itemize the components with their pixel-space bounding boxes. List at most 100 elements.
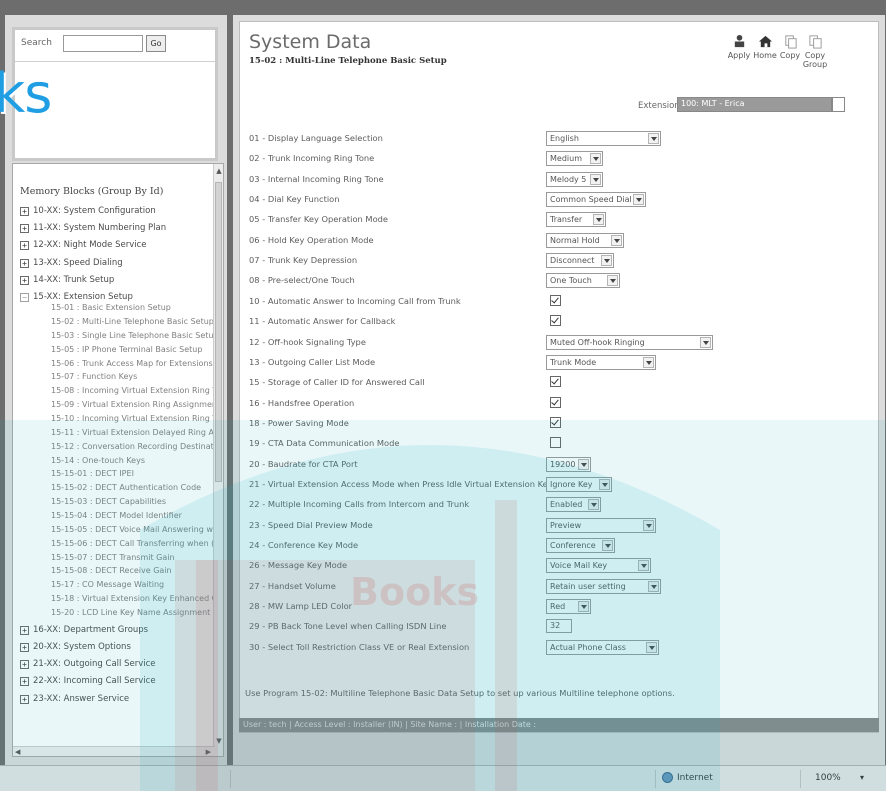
setting-select[interactable]: Enabled	[546, 497, 601, 513]
tree-group[interactable]: +12-XX: Night Mode Service	[20, 240, 146, 251]
chevron-down-icon[interactable]	[607, 275, 618, 287]
tree-group[interactable]: +21-XX: Outgoing Call Service	[20, 659, 156, 670]
setting-select[interactable]: Disconnect	[546, 253, 614, 269]
zoom-level[interactable]: 100%	[815, 773, 841, 783]
tree-child-item[interactable]: 15-12 : Conversation Recording Destinati	[51, 442, 216, 451]
search-input[interactable]	[63, 35, 143, 52]
setting-select[interactable]: Ignore Key	[546, 476, 612, 492]
tree-child-item[interactable]: 15-15-03 : DECT Capabilities	[51, 497, 166, 506]
collapse-icon[interactable]: −	[20, 293, 29, 302]
tree-child-item[interactable]: 15-10 : Incoming Virtual Extension Ring …	[51, 414, 217, 423]
tree-group[interactable]: +10-XX: System Configuration	[20, 206, 156, 216]
chevron-down-icon[interactable]	[590, 173, 601, 185]
tree-child-item[interactable]: 15-15-01 : DECT IPEI	[51, 469, 134, 478]
expand-icon[interactable]: +	[20, 694, 29, 704]
expand-icon[interactable]: +	[20, 224, 29, 234]
chevron-down-icon[interactable]	[700, 336, 711, 348]
chevron-down-icon[interactable]	[602, 540, 613, 551]
setting-checkbox[interactable]	[550, 315, 561, 327]
tree-child-item[interactable]: 15-11 : Virtual Extension Delayed Ring A…	[51, 428, 218, 437]
chevron-down-icon[interactable]	[633, 194, 644, 206]
scroll-left-icon[interactable]: ◀	[15, 747, 20, 756]
expand-icon[interactable]: +	[20, 660, 29, 670]
chevron-down-icon[interactable]	[643, 519, 654, 531]
expand-icon[interactable]: +	[20, 258, 29, 268]
copy-group-button[interactable]: Copy Group	[800, 34, 830, 69]
setting-select[interactable]: Normal Hold	[546, 232, 624, 248]
scroll-up-icon[interactable]: ▲	[214, 166, 223, 176]
setting-text-input[interactable]: 32	[546, 619, 572, 634]
tree-child-item[interactable]: 15-15-08 : DECT Receive Gain	[51, 566, 172, 575]
setting-select[interactable]: Trunk Mode	[546, 354, 656, 370]
search-go-button[interactable]: Go	[146, 35, 166, 52]
chevron-down-icon[interactable]	[599, 478, 610, 490]
chevron-down-icon[interactable]	[578, 601, 589, 613]
chevron-down-icon[interactable]	[643, 356, 654, 368]
tree-vertical-scrollbar[interactable]: ▲ ▼	[213, 164, 223, 756]
setting-select[interactable]: Conference	[546, 538, 615, 553]
tree-child-item[interactable]: 15-15-04 : DECT Model Identifier	[51, 511, 182, 520]
setting-checkbox[interactable]	[550, 376, 561, 388]
chevron-down-icon[interactable]	[648, 133, 659, 144]
tree-group[interactable]: +23-XX: Answer Service	[20, 694, 129, 704]
setting-select[interactable]: Actual Phone Class	[546, 639, 659, 655]
expand-icon[interactable]: +	[20, 207, 29, 216]
tree-group[interactable]: +14-XX: Trunk Setup	[20, 275, 114, 285]
setting-select[interactable]: Transfer	[546, 212, 606, 228]
tree-child-item[interactable]: 15-15-06 : DECT Call Transferring when (	[51, 539, 214, 548]
tree-child-item[interactable]: 15-18 : Virtual Extension Key Enhanced C	[51, 594, 217, 603]
chevron-down-icon[interactable]	[593, 214, 604, 226]
tree-child-item[interactable]: 15-03 : Single Line Telephone Basic Setu…	[51, 331, 219, 340]
setting-select[interactable]: Medium	[546, 151, 603, 167]
setting-checkbox[interactable]	[550, 437, 561, 449]
tree-group[interactable]: +11-XX: System Numbering Plan	[20, 223, 166, 234]
tree-child-item[interactable]: 15-02 : Multi-Line Telephone Basic Setup	[51, 317, 214, 326]
extension-select[interactable]: 100: MLT - Erica	[677, 97, 845, 112]
chevron-down-icon[interactable]	[638, 560, 649, 572]
tree-group[interactable]: +13-XX: Speed Dialing	[20, 258, 123, 268]
setting-select[interactable]: Muted Off-hook Ringing	[546, 334, 713, 350]
expand-icon[interactable]: +	[20, 625, 29, 635]
chevron-down-icon[interactable]	[648, 580, 659, 592]
zoom-dropdown-icon[interactable]: ▾	[860, 773, 864, 782]
tree-child-item[interactable]: 15-01 : Basic Extension Setup	[51, 303, 171, 312]
tree-child-item[interactable]: 15-15-02 : DECT Authentication Code	[51, 483, 201, 492]
setting-select[interactable]: Voice Mail Key	[546, 558, 651, 574]
setting-select[interactable]: One Touch	[546, 273, 620, 289]
tree-child-item[interactable]: 15-15-05 : DECT Voice Mail Answering wh	[51, 525, 218, 534]
setting-checkbox[interactable]	[550, 294, 561, 306]
chevron-down-icon[interactable]	[578, 458, 589, 470]
tree-child-item[interactable]: 15-17 : CO Message Waiting	[51, 580, 164, 589]
chevron-down-icon[interactable]	[588, 499, 599, 511]
tree-child-item[interactable]: 15-14 : One-touch Keys	[51, 456, 145, 465]
tree-child-item[interactable]: 15-20 : LCD Line Key Name Assignment	[51, 608, 210, 617]
setting-select[interactable]: Common Speed Dial	[546, 192, 646, 208]
expand-icon[interactable]: +	[20, 677, 29, 687]
tree-group[interactable]: +16-XX: Department Groups	[20, 625, 148, 635]
setting-checkbox[interactable]	[550, 396, 561, 408]
tree-child-item[interactable]: 15-08 : Incoming Virtual Extension Ring …	[51, 386, 217, 395]
chevron-down-icon[interactable]	[832, 97, 845, 112]
tree-child-item[interactable]: 15-06 : Trunk Access Map for Extensions	[51, 359, 213, 368]
setting-select[interactable]: Preview	[546, 517, 656, 533]
tree-child-item[interactable]: 15-15-07 : DECT Transmit Gain	[51, 553, 175, 562]
setting-select[interactable]: Red	[546, 599, 591, 615]
scroll-right-icon[interactable]: ▶	[206, 747, 211, 756]
expand-icon[interactable]: +	[20, 642, 29, 652]
expand-icon[interactable]: +	[20, 275, 29, 285]
expand-icon[interactable]: +	[20, 241, 29, 251]
setting-checkbox[interactable]	[550, 416, 561, 428]
scroll-thumb[interactable]	[215, 182, 222, 482]
chevron-down-icon[interactable]	[601, 255, 612, 267]
setting-select[interactable]: Retain user setting	[546, 578, 661, 594]
chevron-down-icon[interactable]	[646, 641, 657, 653]
setting-select[interactable]: 19200	[546, 456, 591, 472]
tree-child-item[interactable]: 15-09 : Virtual Extension Ring Assignmen	[51, 400, 217, 409]
setting-select[interactable]: English	[546, 131, 661, 146]
tree-child-item[interactable]: 15-05 : IP Phone Terminal Basic Setup	[51, 345, 202, 354]
tree-group[interactable]: −15-XX: Extension Setup	[20, 292, 133, 302]
tree-child-item[interactable]: 15-07 : Function Keys	[51, 372, 137, 381]
chevron-down-icon[interactable]	[590, 153, 601, 165]
chevron-down-icon[interactable]	[611, 234, 622, 246]
scroll-down-icon[interactable]: ▼	[214, 736, 223, 746]
